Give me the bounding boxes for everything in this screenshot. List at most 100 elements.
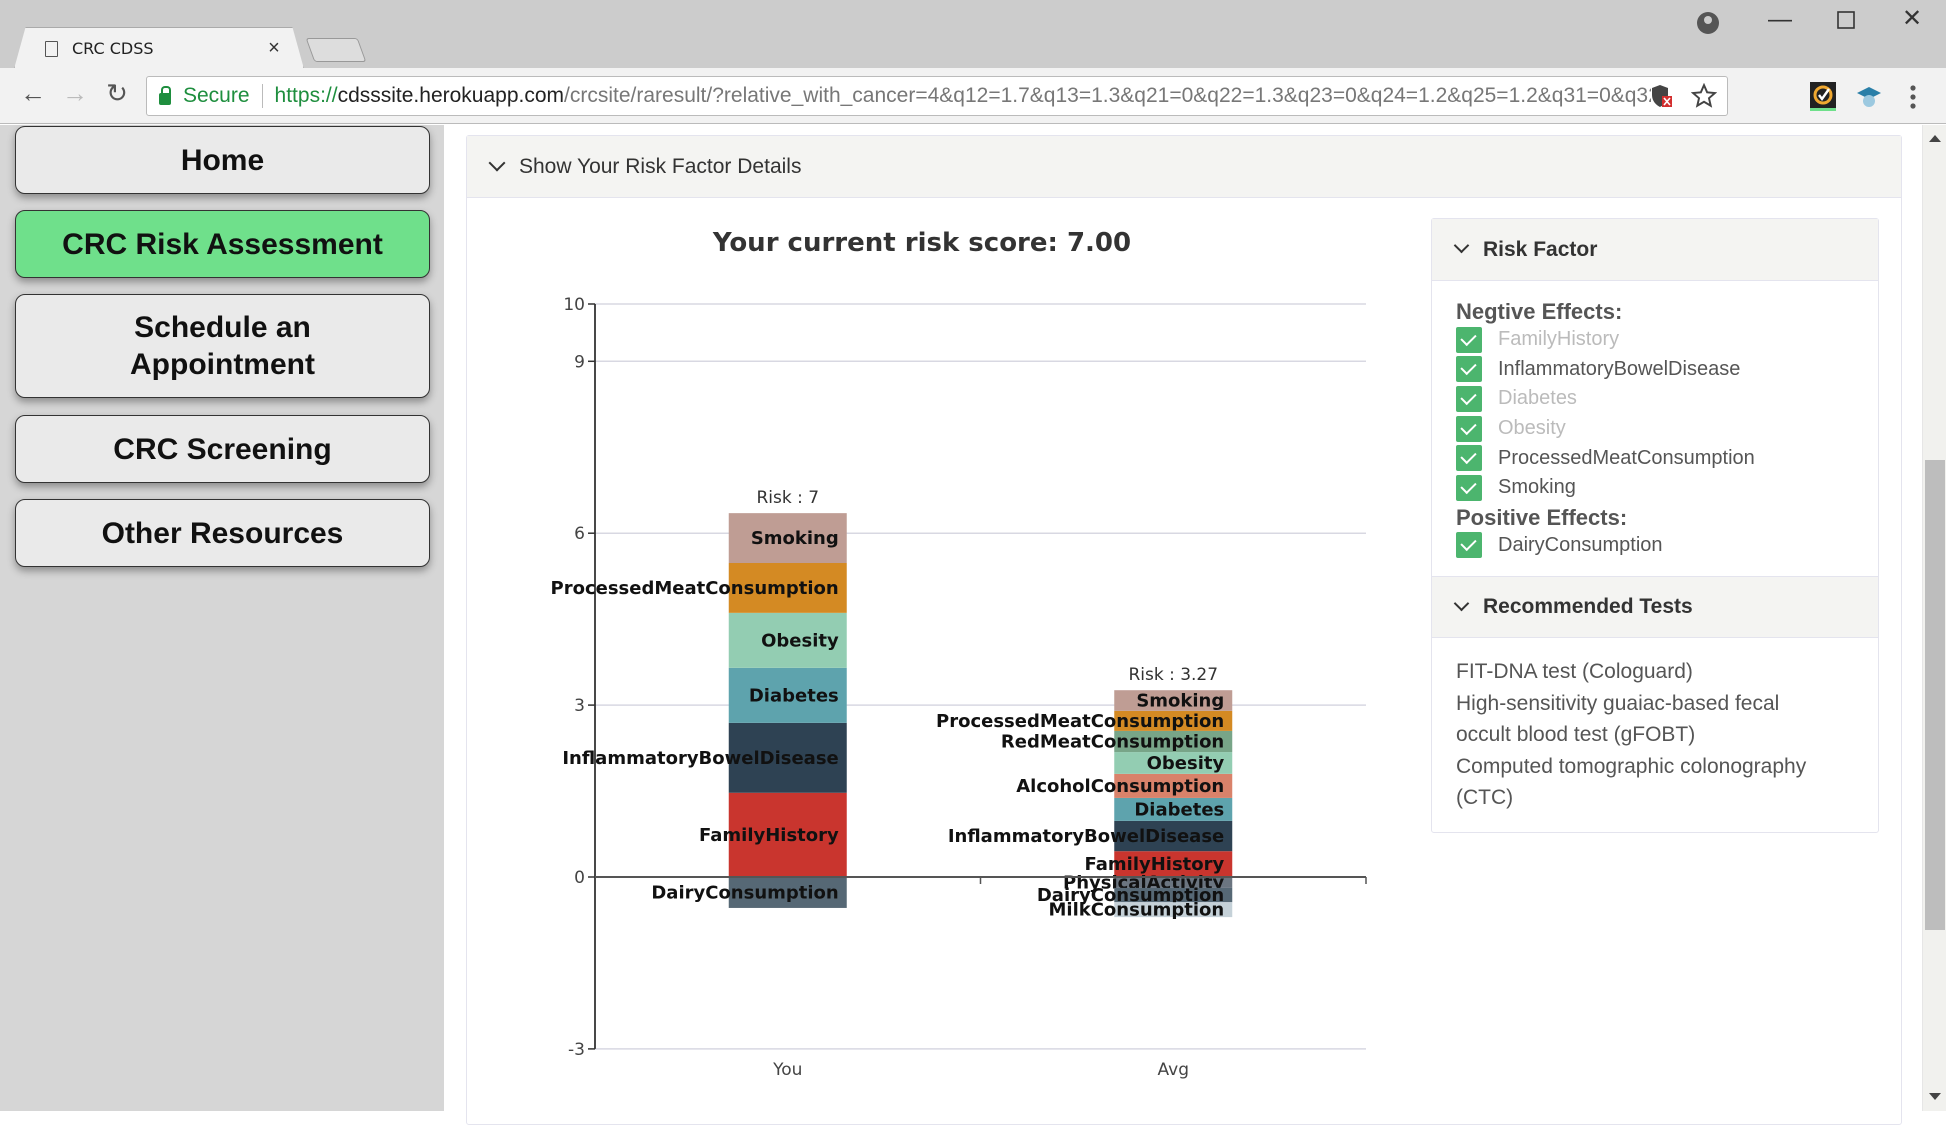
y-tick-label: 0	[574, 868, 585, 888]
risk-factor-label: DairyConsumption	[1498, 533, 1663, 556]
chevron-down-icon	[1453, 237, 1470, 254]
risk-factor-item[interactable]: InflammatoryBowelDisease	[1456, 355, 1854, 385]
bar-segment-label: ProcessedMeatConsumption	[551, 578, 839, 599]
bar-total-label: Risk : 3.27	[1128, 665, 1218, 685]
back-icon[interactable]: ←	[16, 78, 50, 109]
close-window-icon[interactable]: ✕	[1892, 4, 1932, 33]
scrollbar-thumb[interactable]	[1925, 460, 1945, 930]
checkbox-checked-icon[interactable]	[1456, 356, 1482, 383]
positive-effects-title: Positive Effects:	[1456, 504, 1628, 530]
risk-factor-item[interactable]: Smoking	[1456, 473, 1854, 503]
address-separator	[261, 84, 263, 108]
bar-segment-label: InflammatoryBowelDisease	[948, 826, 1224, 847]
checkbox-checked-icon[interactable]	[1456, 474, 1482, 501]
bar-segment-label: Diabetes	[1134, 799, 1224, 820]
risk-factor-label: ProcessedMeatConsumption	[1498, 446, 1755, 469]
browser-tab[interactable]: CRC CDSS ×	[14, 27, 304, 69]
profile-icon[interactable]	[1697, 12, 1719, 34]
negative-effects-title: Negtive Effects:	[1456, 299, 1623, 324]
bar-segment-label: InflammatoryBowelDisease	[562, 748, 838, 769]
maximize-icon[interactable]	[1826, 8, 1866, 36]
risk-factor-item[interactable]: Diabetes	[1456, 384, 1854, 414]
recommended-test-line: High-sensitivity guaiac-based fecal	[1456, 691, 1780, 715]
x-tick-label: Avg	[1158, 1060, 1190, 1080]
risk-factor-item[interactable]: DairyConsumption	[1456, 531, 1854, 561]
y-tick-label: 9	[574, 352, 585, 372]
sidebar-item-other-resources[interactable]: Other Resources	[15, 499, 430, 567]
checkbox-checked-icon[interactable]	[1456, 445, 1482, 472]
risk-factor-label: InflammatoryBowelDisease	[1498, 357, 1741, 380]
bar-segment-label: Obesity	[1147, 753, 1225, 774]
y-tick-label: 10	[563, 295, 585, 315]
chevron-down-icon	[1453, 595, 1470, 611]
risk-factor-label: Smoking	[1498, 476, 1576, 499]
checkbox-checked-icon[interactable]	[1456, 415, 1482, 442]
checkbox-checked-icon[interactable]	[1456, 326, 1482, 353]
bar-segment-label: DairyConsumption	[651, 882, 838, 903]
bar-segment-label: Obesity	[761, 630, 839, 651]
page-icon	[45, 40, 58, 57]
risk-chart: -3 0 3 6 9 10 FamilyHistory InflammatoryBowelDi…	[551, 295, 1367, 1080]
risk-factor-header: Risk Factor	[1483, 237, 1598, 261]
page-scrollbar[interactable]	[1922, 125, 1946, 1111]
recommended-test-line: (CTC)	[1456, 786, 1514, 810]
main-content: Show Your Risk Factor Details Your curre…	[444, 125, 1920, 1125]
url-host: cdsssite.herokuapp.com	[337, 84, 565, 107]
minimize-icon[interactable]: —	[1760, 6, 1800, 34]
y-tick-label: 3	[574, 696, 585, 716]
sidebar-item-schedule-appointment[interactable]: Schedule an Appointment	[15, 294, 430, 398]
bar-segment-label: MilkConsumption	[1049, 900, 1225, 921]
bar-segment-label: ProcessedMeatConsumption	[936, 711, 1224, 732]
recommended-tests-list: FIT-DNA test (Cologuard) High-sensitivity…	[1432, 638, 1878, 832]
bar-segment-label: RedMeatConsumption	[1001, 731, 1224, 752]
bar-segment-label: Smoking	[1136, 691, 1224, 712]
bar-segment-label: Smoking	[751, 528, 839, 549]
x-tick-label: You	[772, 1060, 802, 1080]
risk-factor-item[interactable]: ProcessedMeatConsumption	[1456, 443, 1854, 473]
sidebar-item-home[interactable]: Home	[15, 126, 430, 194]
checkbox-checked-icon[interactable]	[1456, 532, 1482, 559]
risk-factor-card: Risk Factor Negtive Effects: FamilyHisto…	[1431, 218, 1879, 833]
sidebar-item-crc-risk-assessment[interactable]: CRC Risk Assessment	[15, 210, 430, 278]
star-icon[interactable]	[1691, 83, 1717, 109]
shield-blocked-icon[interactable]	[1651, 83, 1673, 109]
address-bar[interactable]: Secure https://cdsssite.herokuapp.com/cr…	[146, 76, 1728, 116]
risk-factor-toggle[interactable]: Risk Factor	[1432, 219, 1878, 281]
recommended-test-line: Computed tomographic colonography	[1456, 754, 1807, 778]
bar-segment-label: Diabetes	[749, 685, 839, 706]
secure-label: Secure	[183, 84, 250, 107]
url-scheme: https://	[274, 84, 338, 107]
menu-icon[interactable]	[1908, 84, 1918, 110]
extension-graduation-cap-icon[interactable]	[1856, 84, 1882, 110]
tab-title: CRC CDSS	[72, 39, 154, 58]
risk-factor-label: FamilyHistory	[1498, 328, 1620, 351]
recommended-tests-toggle[interactable]: Recommended Tests	[1432, 576, 1878, 639]
extension-check-icon[interactable]	[1810, 82, 1836, 112]
page: Home CRC Risk Assessment Schedule an App…	[0, 125, 1946, 1125]
recommended-test-line: occult blood test (gFOBT)	[1456, 723, 1696, 747]
risk-factor-label: Obesity	[1498, 417, 1566, 440]
risk-factor-label: Diabetes	[1498, 387, 1577, 410]
scroll-up-icon[interactable]	[1929, 135, 1941, 142]
sidebar-item-crc-screening[interactable]: CRC Screening	[15, 415, 430, 483]
bar-total-label: Risk : 7	[756, 488, 819, 508]
browser-toolbar: ← → ↻ Secure https://cdsssite.herokuapp.…	[0, 68, 1946, 124]
y-tick-label: -3	[568, 1040, 585, 1060]
browser-titlebar: CRC CDSS × — ✕	[0, 0, 1946, 69]
forward-icon[interactable]: →	[58, 78, 92, 109]
reload-icon[interactable]: ↻	[100, 78, 134, 109]
lock-icon	[159, 86, 171, 105]
risk-factor-item[interactable]: FamilyHistory	[1456, 325, 1854, 355]
scroll-down-icon[interactable]	[1929, 1093, 1941, 1100]
bar-segment-label: AlcoholConsumption	[1016, 776, 1224, 797]
recommended-test-line: FIT-DNA test (Cologuard)	[1456, 660, 1693, 684]
risk-factor-item[interactable]: Obesity	[1456, 414, 1854, 444]
bar-segment-label: FamilyHistory	[699, 825, 839, 846]
checkbox-checked-icon[interactable]	[1456, 385, 1482, 412]
sidebar: Home CRC Risk Assessment Schedule an App…	[0, 125, 444, 1111]
tab-close-icon[interactable]: ×	[259, 37, 289, 60]
recommended-tests-header: Recommended Tests	[1483, 595, 1693, 619]
y-tick-label: 6	[574, 524, 585, 544]
new-tab-button[interactable]	[305, 38, 367, 62]
risk-details-panel: Show Your Risk Factor Details Your curre…	[466, 135, 1902, 1125]
